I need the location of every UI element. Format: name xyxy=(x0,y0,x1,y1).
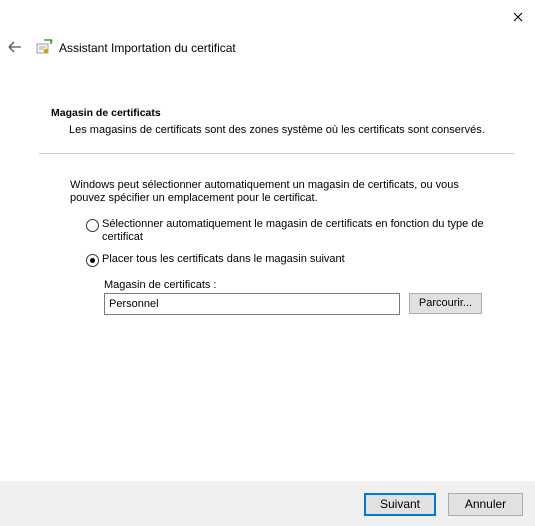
radio-auto-select[interactable]: Sélectionner automatiquement le magasin … xyxy=(86,218,496,244)
browse-button[interactable]: Parcourir... xyxy=(409,293,482,314)
cancel-button[interactable]: Annuler xyxy=(448,493,523,516)
radio-place-in-store[interactable]: Placer tous les certificats dans le maga… xyxy=(86,253,496,267)
wizard-title: Assistant Importation du certificat xyxy=(59,41,236,55)
next-button[interactable]: Suivant xyxy=(364,493,436,516)
certificate-store-field[interactable]: Personnel xyxy=(104,293,400,315)
radio-auto-label[interactable]: Sélectionner automatiquement le magasin … xyxy=(102,218,496,244)
radio-button-manual[interactable] xyxy=(86,254,99,267)
header-divider xyxy=(39,153,514,154)
back-arrow-icon xyxy=(8,41,21,53)
back-button[interactable] xyxy=(5,37,25,57)
intro-text: Windows peut sélectionner automatiquemen… xyxy=(70,179,459,204)
page-heading: Magasin de certificats xyxy=(51,107,161,119)
certificate-store-label: Magasin de certificats : xyxy=(104,279,217,291)
close-button[interactable] xyxy=(505,6,531,30)
page-description: Les magasins de certificats sont des zon… xyxy=(69,124,485,136)
certificate-wizard-icon xyxy=(36,38,54,56)
radio-manual-label[interactable]: Placer tous les certificats dans le maga… xyxy=(102,253,345,266)
radio-button-auto[interactable] xyxy=(86,219,99,232)
close-icon xyxy=(513,12,523,22)
